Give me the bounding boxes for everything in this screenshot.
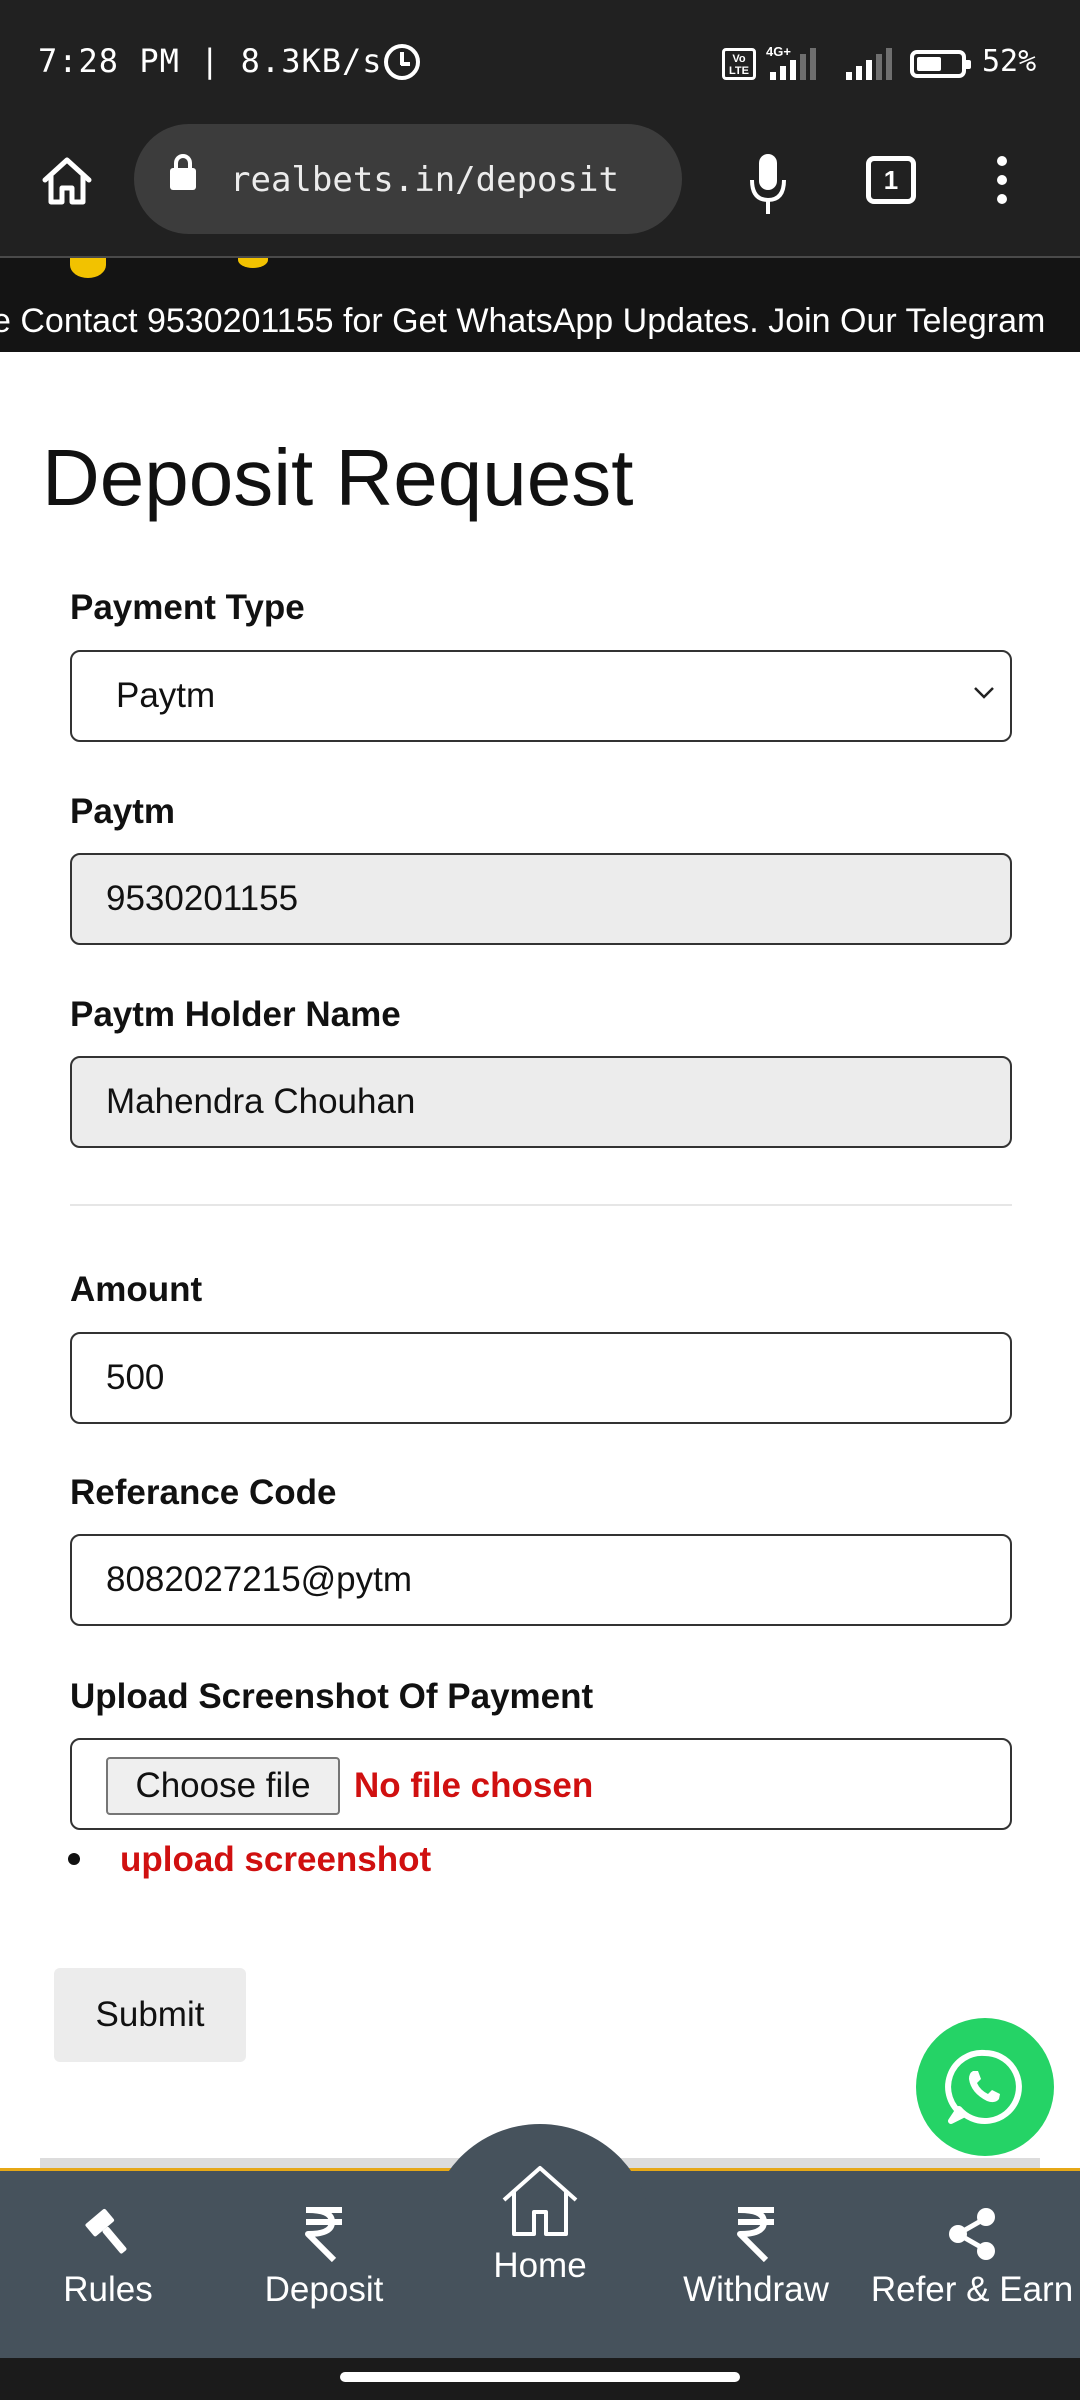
volte-icon: Vo LTE <box>722 48 756 80</box>
error-bullet <box>68 1853 80 1865</box>
reference-code-input[interactable]: 8082027215@pytm <box>70 1534 1012 1626</box>
page-title: Deposit Request <box>42 433 634 522</box>
home-icon <box>502 2166 578 2236</box>
logo-fragment <box>238 258 268 268</box>
battery-level: 52% <box>982 44 1037 79</box>
browser-toolbar: realbets.in/deposit 1 <box>0 120 1080 258</box>
whatsapp-button[interactable] <box>916 2018 1054 2156</box>
nav-home[interactable]: Home <box>462 2162 618 2286</box>
holder-name-label: Paytm Holder Name <box>70 995 401 1034</box>
more-options-icon[interactable] <box>994 156 1010 208</box>
upload-error-message: upload screenshot <box>120 1840 432 1879</box>
amount-input[interactable]: 500 <box>70 1332 1012 1424</box>
nav-deposit-label: Deposit <box>264 2270 384 2309</box>
paytm-number-field[interactable]: 9530201155 <box>70 853 1012 945</box>
holder-name-field[interactable]: Mahendra Chouhan <box>70 1056 1012 1148</box>
payment-type-label: Payment Type <box>70 588 305 627</box>
logo-fragment <box>70 258 106 278</box>
payment-type-select[interactable]: Paytm <box>70 650 1012 742</box>
section-divider <box>70 1204 1012 1206</box>
chevron-down-icon <box>974 687 994 699</box>
signal-icon-sim2 <box>846 46 892 80</box>
microphone-icon[interactable] <box>748 152 788 218</box>
rupee-icon <box>737 2207 774 2262</box>
signal-icon <box>770 46 816 80</box>
gavel-icon <box>85 2208 127 2254</box>
gesture-handle[interactable] <box>340 2372 740 2382</box>
status-bar: 7:28 PM | 8.3KB/s Vo LTE 4G+ 52% <box>0 0 1080 120</box>
whatsapp-icon <box>945 2049 1022 2124</box>
nav-withdraw-label: Withdraw <box>683 2270 829 2309</box>
tab-switcher-icon[interactable]: 1 <box>866 156 916 204</box>
address-bar[interactable]: realbets.in/deposit <box>134 124 682 234</box>
nav-home-label: Home <box>493 2246 587 2285</box>
battery-icon <box>910 50 971 78</box>
nav-refer-earn-label: Refer & Earn <box>870 2270 1074 2309</box>
reference-code-label: Referance Code <box>70 1473 337 1512</box>
announcement-text: e Contact 9530201155 for Get WhatsApp Up… <box>0 302 1046 340</box>
file-upload-field: Choose file No file chosen <box>70 1738 1012 1830</box>
nav-withdraw[interactable]: Withdraw <box>678 2206 834 2310</box>
nav-rules-label: Rules <box>63 2270 153 2309</box>
upload-label: Upload Screenshot Of Payment <box>70 1677 594 1716</box>
alarm-icon <box>384 44 420 80</box>
lock-icon <box>170 154 196 190</box>
nav-refer-earn[interactable]: Refer & Earn <box>864 2206 1080 2310</box>
gesture-bar <box>0 2358 1080 2400</box>
paytm-label: Paytm <box>70 792 176 831</box>
announcement-banner: e Contact 9530201155 for Get WhatsApp Up… <box>0 258 1080 352</box>
amount-label: Amount <box>70 1270 203 1309</box>
payment-type-value: Paytm <box>116 676 216 715</box>
no-file-text: No file chosen <box>354 1766 594 1805</box>
submit-button[interactable]: Submit <box>54 1968 246 2062</box>
nav-rules[interactable]: Rules <box>30 2206 186 2310</box>
status-time: 7:28 PM | 8.3KB/s <box>38 42 383 80</box>
nav-deposit[interactable]: Deposit <box>246 2206 402 2310</box>
rupee-icon <box>305 2207 342 2262</box>
home-icon[interactable] <box>40 154 94 208</box>
share-icon <box>949 2208 995 2260</box>
choose-file-button[interactable]: Choose file <box>106 1757 340 1815</box>
url-text: realbets.in/deposit <box>230 160 619 200</box>
